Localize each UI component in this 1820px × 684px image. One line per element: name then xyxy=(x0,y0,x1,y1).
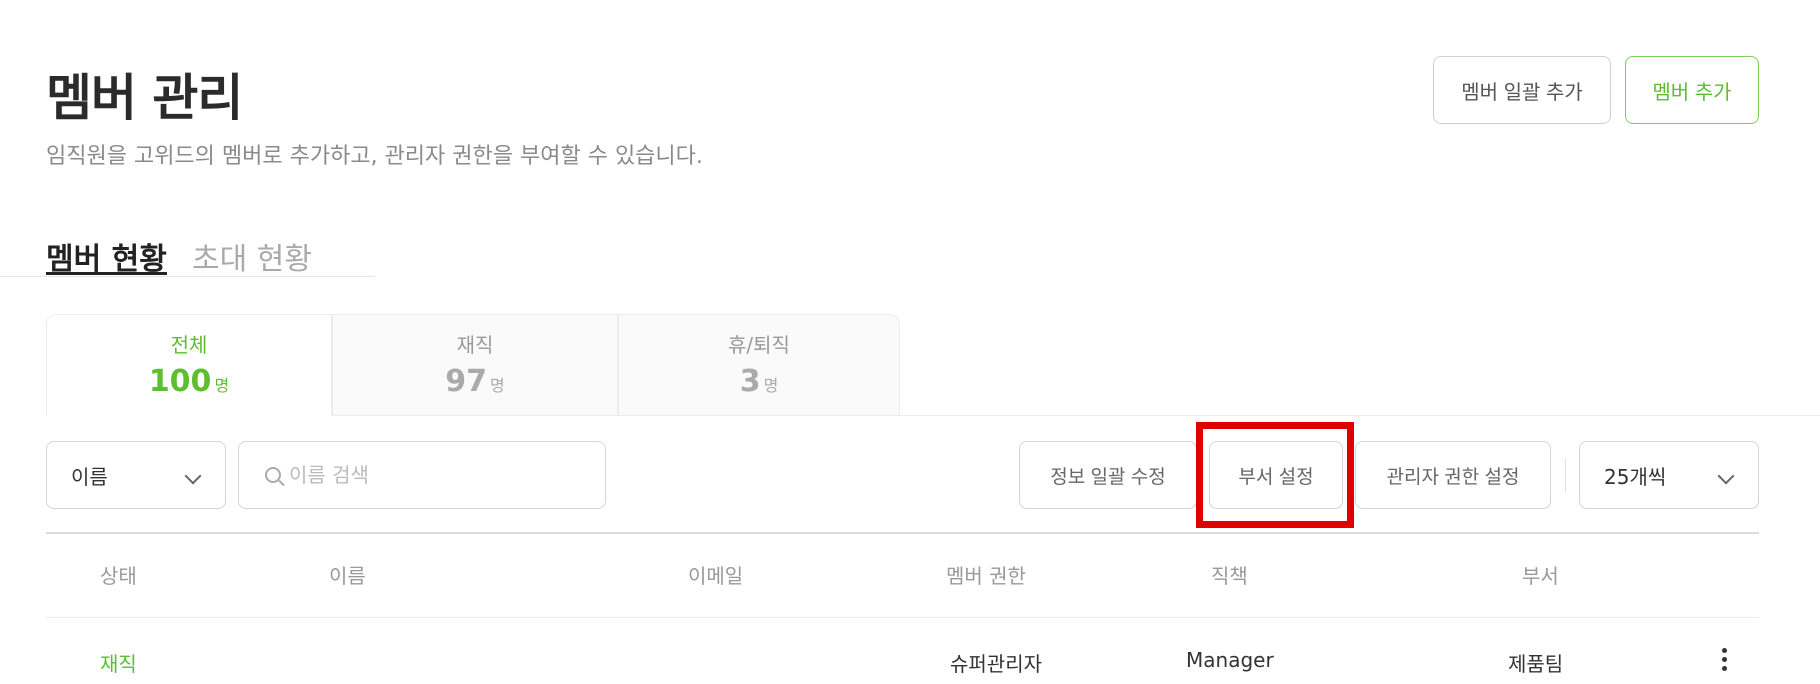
search-box xyxy=(238,441,606,509)
page-size-value: 25개씩 xyxy=(1604,464,1667,489)
stat-card-active[interactable]: 재직 97 명 xyxy=(332,314,618,416)
page-size-select[interactable]: 25개씩 xyxy=(1579,441,1759,509)
toolbar-divider xyxy=(1565,458,1566,492)
table-top-border xyxy=(46,532,1759,534)
stats-divider xyxy=(900,415,1820,416)
highlight-box xyxy=(1196,422,1354,528)
more-options-icon[interactable] xyxy=(1722,648,1728,674)
column-header-role: 멤버 권한 xyxy=(946,564,1026,588)
stat-value: 100 xyxy=(148,364,212,399)
column-header-name: 이름 xyxy=(329,564,366,588)
stat-label: 휴/퇴직 xyxy=(728,333,790,357)
column-header-email: 이메일 xyxy=(688,564,744,588)
chevron-down-icon xyxy=(1717,467,1735,485)
page-description: 임직원을 고위드의 멤버로 추가하고, 관리자 권한을 부여할 수 있습니다. xyxy=(46,144,703,169)
search-input[interactable] xyxy=(287,462,591,488)
stat-label: 전체 xyxy=(170,333,208,357)
stat-value: 3 xyxy=(739,364,761,399)
cell-role: 슈퍼관리자 xyxy=(950,652,1042,676)
search-field-value: 이름 xyxy=(71,464,108,489)
stat-unit: 명 xyxy=(490,376,505,395)
search-field-select[interactable]: 이름 xyxy=(46,441,226,509)
add-member-button[interactable]: 멤버 추가 xyxy=(1625,56,1759,124)
search-icon xyxy=(265,467,281,483)
stat-unit: 명 xyxy=(214,376,230,395)
page-title: 멤버 관리 xyxy=(46,69,243,127)
stat-value-wrap: 97 명 xyxy=(333,364,617,399)
column-header-position: 직책 xyxy=(1211,564,1248,588)
stat-unit: 명 xyxy=(763,376,779,395)
tab-invite-status[interactable]: 초대 현황 xyxy=(192,234,312,278)
stat-value-wrap: 3명 xyxy=(619,364,899,399)
admin-permission-button[interactable]: 관리자 권한 설정 xyxy=(1355,441,1551,509)
member-stats: 전체 100 명 재직 97 명 휴/퇴직 3명 xyxy=(46,314,900,416)
stat-value: 97 xyxy=(445,364,487,399)
stat-label: 재직 xyxy=(456,333,494,357)
column-header-status: 상태 xyxy=(100,564,137,588)
stat-value-wrap: 100 명 xyxy=(47,364,331,399)
cell-position: Manager xyxy=(1186,648,1274,672)
bulk-add-members-button[interactable]: 멤버 일괄 추가 xyxy=(1433,56,1611,124)
chevron-down-icon xyxy=(184,467,202,485)
header-divider xyxy=(46,617,1759,618)
stat-card-all[interactable]: 전체 100 명 xyxy=(46,314,332,416)
column-header-department: 부서 xyxy=(1522,564,1559,588)
member-tabs: 멤버 현황 초대 현황 xyxy=(0,230,375,277)
tab-active-underline xyxy=(46,272,167,275)
cell-department: 제품팀 xyxy=(1508,652,1564,676)
stat-card-leave[interactable]: 휴/퇴직 3명 xyxy=(618,314,900,416)
cell-status: 재직 xyxy=(100,652,137,676)
bulk-edit-button[interactable]: 정보 일괄 수정 xyxy=(1019,441,1197,509)
